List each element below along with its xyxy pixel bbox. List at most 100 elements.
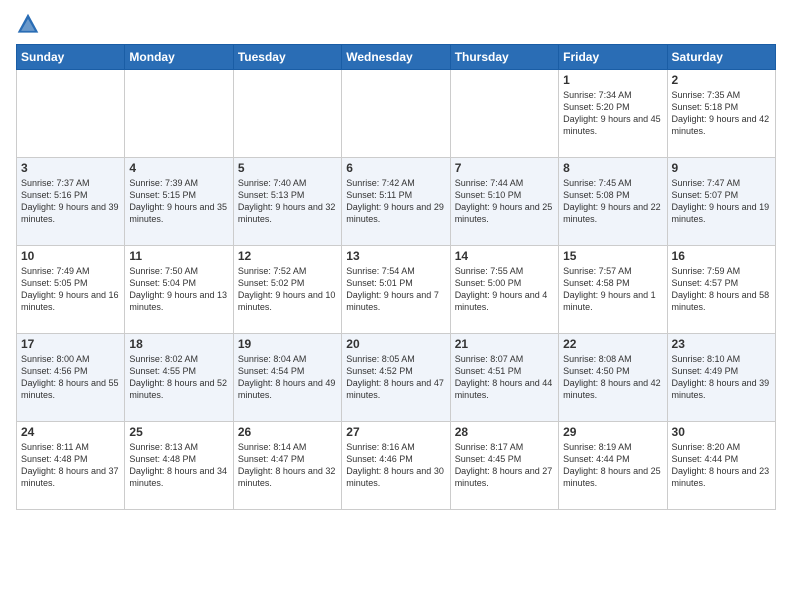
day-cell: 14 Sunrise: 7:55 AM Sunset: 5:00 PM Dayli… — [450, 246, 558, 334]
day-number: 25 — [129, 425, 228, 439]
day-cell: 7Sunrise: 7:44 AM Sunset: 5:10 PM Daylig… — [450, 158, 558, 246]
day-info: Sunrise: 7:47 AM Sunset: 5:07 PM Dayligh… — [672, 177, 771, 226]
day-info: Sunrise: 8:10 AM Sunset: 4:49 PM Dayligh… — [672, 353, 771, 402]
day-info: Sunrise: 7:49 AM Sunset: 5:05 PM Dayligh… — [21, 265, 120, 314]
calendar-table: SundayMondayTuesdayWednesdayThursdayFrid… — [16, 44, 776, 510]
day-cell: 4 Sunrise: 7:39 AM Sunset: 5:15 PM Daylig… — [125, 158, 233, 246]
day-number: 23 — [672, 337, 771, 351]
day-number: 20 — [346, 337, 445, 351]
day-cell: 9 Sunrise: 7:47 AM Sunset: 5:07 PM Daylig… — [667, 158, 775, 246]
day-info: Sunrise: 7:34 AM Sunset: 5:20 PM Dayligh… — [563, 89, 662, 138]
day-info: Sunrise: 7:39 AM Sunset: 5:15 PM Dayligh… — [129, 177, 228, 226]
day-info: Sunrise: 8:16 AM Sunset: 4:46 PM Dayligh… — [346, 441, 445, 490]
day-cell: 11 Sunrise: 7:50 AM Sunset: 5:04 PM Dayli… — [125, 246, 233, 334]
day-info: Sunrise: 8:19 AM Sunset: 4:44 PM Dayligh… — [563, 441, 662, 490]
day-number: 1 — [563, 73, 662, 87]
day-number: 8 — [563, 161, 662, 175]
day-info: Sunrise: 8:05 AM Sunset: 4:52 PM Dayligh… — [346, 353, 445, 402]
week-row-3: 10Sunrise: 7:49 AM Sunset: 5:05 PM Dayli… — [17, 246, 776, 334]
day-info: Sunrise: 7:35 AM Sunset: 5:18 PM Dayligh… — [672, 89, 771, 138]
day-cell: 15 Sunrise: 7:57 AM Sunset: 4:58 PM Dayli… — [559, 246, 667, 334]
day-info: Sunrise: 7:44 AM Sunset: 5:10 PM Dayligh… — [455, 177, 554, 226]
day-cell: 6 Sunrise: 7:42 AM Sunset: 5:11 PM Daylig… — [342, 158, 450, 246]
day-number: 14 — [455, 249, 554, 263]
day-number: 4 — [129, 161, 228, 175]
col-header-saturday: Saturday — [667, 45, 775, 70]
day-number: 27 — [346, 425, 445, 439]
day-info: Sunrise: 8:02 AM Sunset: 4:55 PM Dayligh… — [129, 353, 228, 402]
day-number: 2 — [672, 73, 771, 87]
day-info: Sunrise: 7:50 AM Sunset: 5:04 PM Dayligh… — [129, 265, 228, 314]
day-number: 9 — [672, 161, 771, 175]
day-cell: 1 Sunrise: 7:34 AM Sunset: 5:20 PM Daylig… — [559, 70, 667, 158]
day-cell — [342, 70, 450, 158]
col-header-sunday: Sunday — [17, 45, 125, 70]
day-info: Sunrise: 8:11 AM Sunset: 4:48 PM Dayligh… — [21, 441, 120, 490]
logo — [16, 12, 44, 36]
day-info: Sunrise: 7:57 AM Sunset: 4:58 PM Dayligh… — [563, 265, 662, 314]
day-info: Sunrise: 8:20 AM Sunset: 4:44 PM Dayligh… — [672, 441, 771, 490]
day-cell — [233, 70, 341, 158]
col-header-wednesday: Wednesday — [342, 45, 450, 70]
day-cell: 16Sunrise: 7:59 AM Sunset: 4:57 PM Dayli… — [667, 246, 775, 334]
day-cell: 2 Sunrise: 7:35 AM Sunset: 5:18 PM Daylig… — [667, 70, 775, 158]
day-info: Sunrise: 8:14 AM Sunset: 4:47 PM Dayligh… — [238, 441, 337, 490]
logo-icon — [16, 12, 40, 36]
day-cell: 18 Sunrise: 8:02 AM Sunset: 4:55 PM Dayli… — [125, 334, 233, 422]
day-cell: 10Sunrise: 7:49 AM Sunset: 5:05 PM Dayli… — [17, 246, 125, 334]
day-info: Sunrise: 7:45 AM Sunset: 5:08 PM Dayligh… — [563, 177, 662, 226]
day-cell: 28 Sunrise: 8:17 AM Sunset: 4:45 PM Dayli… — [450, 422, 558, 510]
week-row-4: 17 Sunrise: 8:00 AM Sunset: 4:56 PM Dayli… — [17, 334, 776, 422]
day-info: Sunrise: 7:54 AM Sunset: 5:01 PM Dayligh… — [346, 265, 445, 314]
day-number: 17 — [21, 337, 120, 351]
day-cell: 25 Sunrise: 8:13 AM Sunset: 4:48 PM Dayli… — [125, 422, 233, 510]
day-number: 3 — [21, 161, 120, 175]
day-info: Sunrise: 8:04 AM Sunset: 4:54 PM Dayligh… — [238, 353, 337, 402]
day-number: 30 — [672, 425, 771, 439]
day-info: Sunrise: 8:17 AM Sunset: 4:45 PM Dayligh… — [455, 441, 554, 490]
day-cell: 8 Sunrise: 7:45 AM Sunset: 5:08 PM Daylig… — [559, 158, 667, 246]
day-info: Sunrise: 7:55 AM Sunset: 5:00 PM Dayligh… — [455, 265, 554, 314]
day-cell: 5Sunrise: 7:40 AM Sunset: 5:13 PM Daylig… — [233, 158, 341, 246]
week-row-5: 24 Sunrise: 8:11 AM Sunset: 4:48 PM Dayli… — [17, 422, 776, 510]
day-number: 21 — [455, 337, 554, 351]
day-number: 11 — [129, 249, 228, 263]
day-cell: 12 Sunrise: 7:52 AM Sunset: 5:02 PM Dayli… — [233, 246, 341, 334]
col-header-friday: Friday — [559, 45, 667, 70]
col-header-monday: Monday — [125, 45, 233, 70]
day-number: 29 — [563, 425, 662, 439]
col-header-tuesday: Tuesday — [233, 45, 341, 70]
day-cell: 17 Sunrise: 8:00 AM Sunset: 4:56 PM Dayli… — [17, 334, 125, 422]
day-cell: 22 Sunrise: 8:08 AM Sunset: 4:50 PM Dayli… — [559, 334, 667, 422]
day-cell: 19Sunrise: 8:04 AM Sunset: 4:54 PM Dayli… — [233, 334, 341, 422]
day-number: 24 — [21, 425, 120, 439]
day-cell: 13 Sunrise: 7:54 AM Sunset: 5:01 PM Dayli… — [342, 246, 450, 334]
day-cell: 23 Sunrise: 8:10 AM Sunset: 4:49 PM Dayli… — [667, 334, 775, 422]
day-info: Sunrise: 8:13 AM Sunset: 4:48 PM Dayligh… — [129, 441, 228, 490]
day-number: 18 — [129, 337, 228, 351]
day-number: 12 — [238, 249, 337, 263]
day-number: 6 — [346, 161, 445, 175]
day-number: 28 — [455, 425, 554, 439]
day-info: Sunrise: 8:08 AM Sunset: 4:50 PM Dayligh… — [563, 353, 662, 402]
day-number: 13 — [346, 249, 445, 263]
day-info: Sunrise: 7:42 AM Sunset: 5:11 PM Dayligh… — [346, 177, 445, 226]
header — [16, 12, 776, 36]
day-cell — [450, 70, 558, 158]
day-info: Sunrise: 7:37 AM Sunset: 5:16 PM Dayligh… — [21, 177, 120, 226]
day-number: 22 — [563, 337, 662, 351]
day-number: 15 — [563, 249, 662, 263]
day-cell: 21Sunrise: 8:07 AM Sunset: 4:51 PM Dayli… — [450, 334, 558, 422]
day-info: Sunrise: 8:00 AM Sunset: 4:56 PM Dayligh… — [21, 353, 120, 402]
day-cell — [17, 70, 125, 158]
day-number: 16 — [672, 249, 771, 263]
day-cell: 29 Sunrise: 8:19 AM Sunset: 4:44 PM Dayli… — [559, 422, 667, 510]
day-cell: 26Sunrise: 8:14 AM Sunset: 4:47 PM Dayli… — [233, 422, 341, 510]
day-cell: 24 Sunrise: 8:11 AM Sunset: 4:48 PM Dayli… — [17, 422, 125, 510]
day-cell: 3 Sunrise: 7:37 AM Sunset: 5:16 PM Daylig… — [17, 158, 125, 246]
day-cell — [125, 70, 233, 158]
day-info: Sunrise: 7:52 AM Sunset: 5:02 PM Dayligh… — [238, 265, 337, 314]
week-row-2: 3 Sunrise: 7:37 AM Sunset: 5:16 PM Daylig… — [17, 158, 776, 246]
day-number: 5 — [238, 161, 337, 175]
day-cell: 30 Sunrise: 8:20 AM Sunset: 4:44 PM Dayli… — [667, 422, 775, 510]
